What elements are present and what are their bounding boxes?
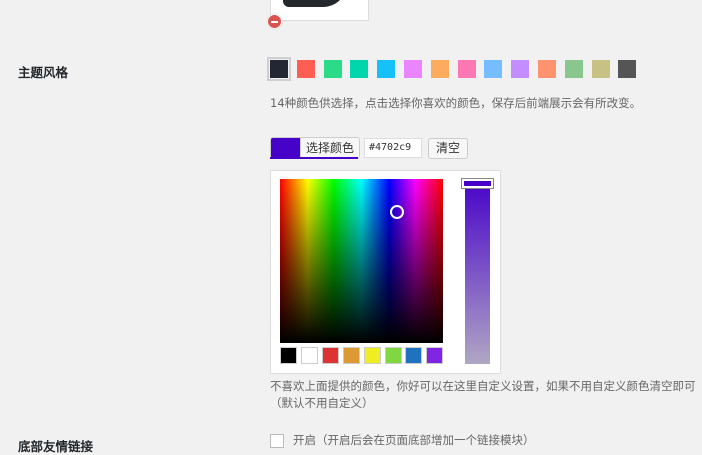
theme-color-swatch[interactable] xyxy=(267,57,291,81)
custom-color-description: 不喜欢上面提供的颜色，你好可以在这里自定义设置，如果不用自定义颜色清空即可（默认… xyxy=(270,379,696,410)
preset-color-swatch[interactable] xyxy=(300,347,318,364)
theme-color-swatch[interactable] xyxy=(618,60,637,78)
theme-color-swatch[interactable] xyxy=(296,60,315,78)
theme-style-label: 主题风格 xyxy=(18,65,69,80)
brightness-slider[interactable] xyxy=(465,179,490,364)
select-color-label: 选择颜色 xyxy=(300,138,360,158)
footer-links-checkbox[interactable] xyxy=(270,434,284,448)
theme-style-description: 14种颜色供选择，点击选择你喜欢的颜色，保存后前端展示会有所改变。 xyxy=(270,96,642,110)
brightness-slider-handle[interactable] xyxy=(462,179,493,188)
select-color-button[interactable]: 选择颜色 xyxy=(270,137,361,159)
logo-preview xyxy=(270,0,369,21)
preset-color-swatch[interactable] xyxy=(426,347,444,364)
theme-color-swatch[interactable] xyxy=(430,60,449,78)
saturation-value-square[interactable] xyxy=(280,179,443,343)
theme-color-swatch[interactable] xyxy=(564,60,583,78)
hex-color-input[interactable]: #4702c9 xyxy=(364,138,422,158)
theme-color-swatch[interactable] xyxy=(377,60,396,78)
theme-color-swatch[interactable] xyxy=(511,60,530,78)
theme-color-swatch[interactable] xyxy=(537,60,556,78)
preset-color-swatch[interactable] xyxy=(363,347,381,364)
color-underline xyxy=(270,157,358,159)
theme-color-swatches xyxy=(267,57,645,81)
remove-logo-icon[interactable] xyxy=(267,14,282,29)
theme-color-swatch[interactable] xyxy=(350,60,369,78)
current-color-preview xyxy=(271,138,300,158)
logo-image xyxy=(283,0,347,7)
preset-color-swatch[interactable] xyxy=(384,347,402,364)
theme-color-swatch[interactable] xyxy=(457,60,476,78)
theme-color-swatch[interactable] xyxy=(484,60,503,78)
clear-button[interactable]: 清空 xyxy=(428,138,468,159)
preset-color-swatch[interactable] xyxy=(321,347,339,364)
theme-color-swatch[interactable] xyxy=(591,60,610,78)
footer-links-checkbox-label: 开启（开启后会在页面底部增加一个链接模块） xyxy=(293,433,535,447)
theme-color-swatch[interactable] xyxy=(323,60,342,78)
footer-links-label: 底部友情链接 xyxy=(18,439,94,454)
preset-color-swatch[interactable] xyxy=(405,347,423,364)
theme-color-swatch[interactable] xyxy=(403,60,422,78)
preset-color-swatch[interactable] xyxy=(342,347,360,364)
preset-color-swatch[interactable] xyxy=(280,347,297,364)
color-selector-knob[interactable] xyxy=(390,205,404,219)
